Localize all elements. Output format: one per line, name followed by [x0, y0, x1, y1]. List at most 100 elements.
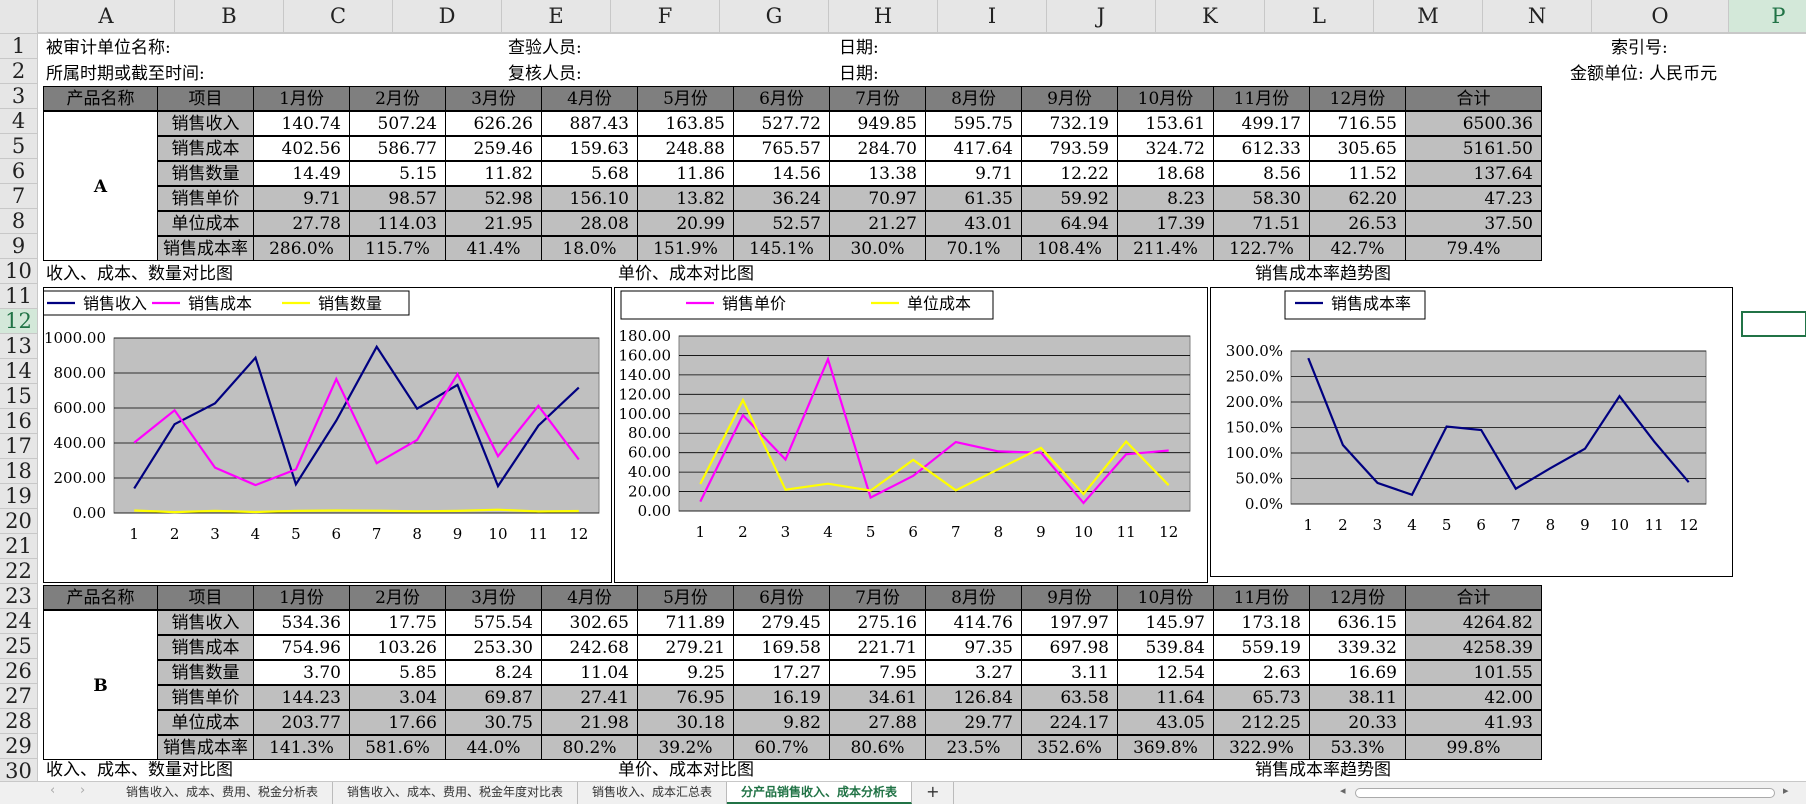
data-cell[interactable]: 101.55 [1405, 660, 1542, 685]
data-cell[interactable]: 114.03 [349, 211, 446, 236]
data-cell[interactable]: 43.05 [1117, 710, 1214, 735]
data-cell[interactable]: 21.95 [445, 211, 542, 236]
data-cell[interactable]: 27.41 [541, 685, 638, 710]
data-cell[interactable]: 76.95 [637, 685, 734, 710]
table-header-cell[interactable]: 9月份 [1021, 585, 1118, 610]
sheet-tab-2[interactable]: 销售收入、成本汇总表 [578, 782, 728, 804]
data-cell[interactable]: 144.23 [253, 685, 350, 710]
row-header-12[interactable]: 12 [0, 309, 38, 334]
table-header-cell[interactable]: 12月份 [1309, 86, 1406, 111]
data-cell[interactable]: 697.98 [1021, 635, 1118, 660]
column-header-I[interactable]: I [938, 0, 1047, 33]
data-cell[interactable]: 61.35 [925, 186, 1022, 211]
data-cell[interactable]: 11.86 [637, 161, 734, 186]
data-cell[interactable]: 2.63 [1213, 660, 1310, 685]
table-header-cell[interactable]: 11月份 [1213, 585, 1310, 610]
data-cell[interactable]: 60.7% [733, 735, 830, 760]
data-cell[interactable]: 369.8% [1117, 735, 1214, 760]
column-header-E[interactable]: E [502, 0, 611, 33]
data-cell[interactable]: 221.71 [829, 635, 926, 660]
data-cell[interactable]: 41.93 [1405, 710, 1542, 735]
data-cell[interactable]: 173.18 [1213, 610, 1310, 635]
data-cell[interactable]: 140.74 [253, 111, 350, 136]
table-header-cell[interactable]: 1月份 [253, 585, 350, 610]
table-header-cell[interactable]: 1月份 [253, 86, 350, 111]
data-cell[interactable]: 47.23 [1405, 186, 1542, 211]
data-cell[interactable]: 197.97 [1021, 610, 1118, 635]
data-cell[interactable]: 145.97 [1117, 610, 1214, 635]
data-cell[interactable]: 626.26 [445, 111, 542, 136]
hscroll-right-icon[interactable]: ▸ [1783, 784, 1789, 797]
data-cell[interactable]: 62.20 [1309, 186, 1406, 211]
row-header-22[interactable]: 22 [0, 559, 38, 584]
table-header-cell[interactable]: 8月份 [925, 86, 1022, 111]
data-cell[interactable]: 3.27 [925, 660, 1022, 685]
row-label[interactable]: 销售数量 [157, 161, 254, 186]
row-header-27[interactable]: 27 [0, 684, 38, 709]
data-cell[interactable]: 13.38 [829, 161, 926, 186]
sheet-tab-1[interactable]: 销售收入、成本、费用、税金年度对比表 [333, 782, 579, 804]
data-cell[interactable]: 20.99 [637, 211, 734, 236]
data-cell[interactable]: 52.57 [733, 211, 830, 236]
data-cell[interactable]: 97.35 [925, 635, 1022, 660]
column-header-M[interactable]: M [1374, 0, 1483, 33]
data-cell[interactable]: 20.33 [1309, 710, 1406, 735]
data-cell[interactable]: 559.19 [1213, 635, 1310, 660]
data-cell[interactable]: 716.55 [1309, 111, 1406, 136]
data-cell[interactable]: 302.65 [541, 610, 638, 635]
table-header-cell[interactable]: 合计 [1405, 86, 1542, 111]
data-cell[interactable]: 69.87 [445, 685, 542, 710]
row-label[interactable]: 销售成本 [157, 136, 254, 161]
row-header-29[interactable]: 29 [0, 734, 38, 759]
select-all-corner[interactable] [0, 0, 38, 33]
data-cell[interactable]: 13.82 [637, 186, 734, 211]
data-cell[interactable]: 754.96 [253, 635, 350, 660]
table-header-cell[interactable]: 7月份 [829, 585, 926, 610]
data-cell[interactable]: 141.3% [253, 735, 350, 760]
table-header-cell[interactable]: 2月份 [349, 86, 446, 111]
data-cell[interactable]: 286.0% [253, 236, 350, 261]
table-header-cell[interactable]: 4月份 [541, 585, 638, 610]
data-cell[interactable]: 65.73 [1213, 685, 1310, 710]
data-cell[interactable]: 52.98 [445, 186, 542, 211]
data-cell[interactable]: 163.85 [637, 111, 734, 136]
row-label[interactable]: 销售成本率 [157, 735, 254, 760]
sheet-tab-3[interactable]: 分产品销售收入、成本分析表 [727, 782, 913, 804]
data-cell[interactable]: 5.85 [349, 660, 446, 685]
hscroll-left-icon[interactable]: ◂ [1340, 784, 1346, 797]
data-cell[interactable]: 126.84 [925, 685, 1022, 710]
row-header-21[interactable]: 21 [0, 534, 38, 559]
column-header-C[interactable]: C [284, 0, 393, 33]
data-cell[interactable]: 43.01 [925, 211, 1022, 236]
add-sheet-button[interactable]: + [912, 782, 955, 804]
row-label[interactable]: 销售成本率 [157, 236, 254, 261]
data-cell[interactable]: 339.32 [1309, 635, 1406, 660]
row-header-2[interactable]: 2 [0, 59, 38, 84]
data-cell[interactable]: 4258.39 [1405, 635, 1542, 660]
table-header-cell[interactable]: 11月份 [1213, 86, 1310, 111]
product-name-cell[interactable]: A [43, 111, 158, 261]
sheet-tab-0[interactable]: 销售收入、成本、费用、税金分析表 [112, 782, 334, 804]
tab-nav-next-icon[interactable]: › [80, 783, 85, 798]
data-cell[interactable]: 636.15 [1309, 610, 1406, 635]
data-cell[interactable]: 151.9% [637, 236, 734, 261]
data-cell[interactable]: 42.7% [1309, 236, 1406, 261]
row-header-5[interactable]: 5 [0, 134, 38, 159]
data-cell[interactable]: 224.17 [1021, 710, 1118, 735]
data-cell[interactable]: 108.4% [1021, 236, 1118, 261]
row-header-28[interactable]: 28 [0, 709, 38, 734]
data-cell[interactable]: 11.52 [1309, 161, 1406, 186]
data-cell[interactable]: 242.68 [541, 635, 638, 660]
data-cell[interactable]: 115.7% [349, 236, 446, 261]
row-header-19[interactable]: 19 [0, 484, 38, 509]
data-cell[interactable]: 34.61 [829, 685, 926, 710]
row-header-24[interactable]: 24 [0, 609, 38, 634]
table-header-cell[interactable]: 合计 [1405, 585, 1542, 610]
data-cell[interactable]: 586.77 [349, 136, 446, 161]
data-cell[interactable]: 534.36 [253, 610, 350, 635]
column-header-G[interactable]: G [720, 0, 829, 33]
row-label[interactable]: 销售单价 [157, 186, 254, 211]
data-cell[interactable]: 79.4% [1405, 236, 1542, 261]
data-cell[interactable]: 12.22 [1021, 161, 1118, 186]
table-header-cell[interactable]: 3月份 [445, 86, 542, 111]
